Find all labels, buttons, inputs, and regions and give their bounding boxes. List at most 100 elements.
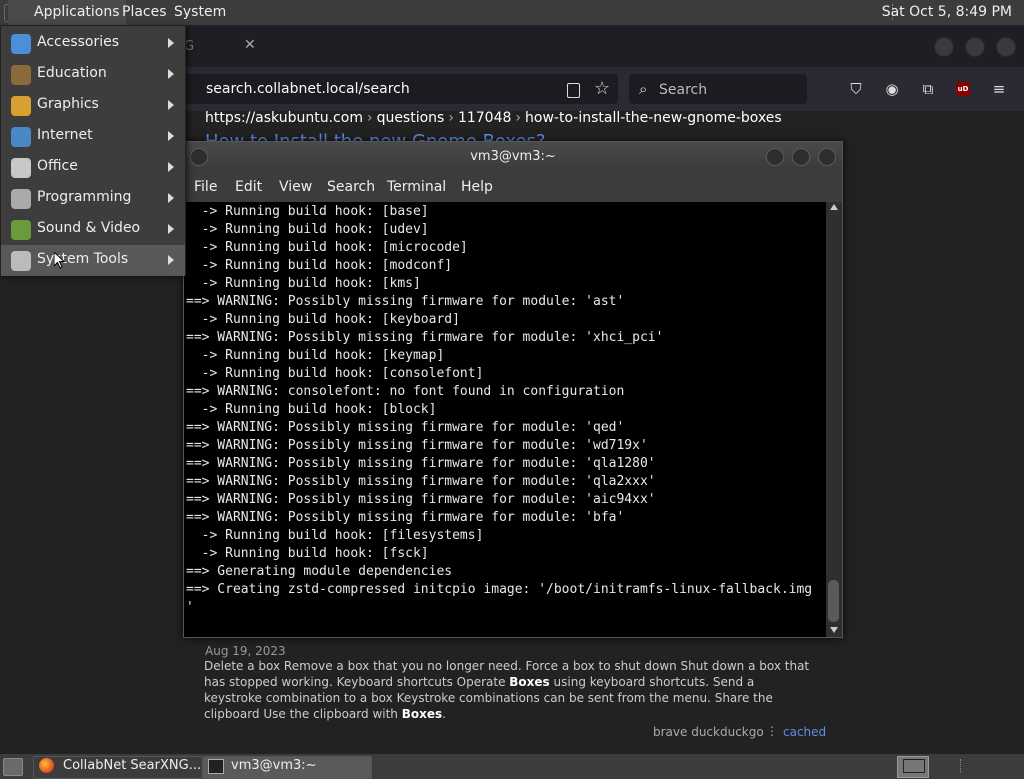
terminal-line: -> Running build hook: [block] — [186, 402, 437, 417]
breadcrumb-part: questions — [376, 110, 445, 126]
terminal-window: vm3@vm3:~ File Edit View Search Terminal… — [183, 141, 843, 638]
bookmark-star-icon[interactable]: ☆ — [594, 78, 610, 99]
submenu-arrow-icon — [168, 193, 174, 203]
terminal-menu-file[interactable]: File — [194, 179, 217, 195]
top-panel: Applications Places System Sat Oct 5, 8:… — [0, 0, 1024, 26]
menu-item-label: Accessories — [37, 34, 120, 50]
menu-item-internet[interactable]: Internet — [1, 121, 185, 152]
terminal-menu-search[interactable]: Search — [327, 179, 375, 195]
terminal-menu-edit[interactable]: Edit — [235, 179, 262, 195]
menu-item-label: Graphics — [37, 96, 99, 112]
workspace-preview — [903, 759, 925, 773]
submenu-arrow-icon — [168, 255, 174, 265]
terminal-line: ==> WARNING: Possibly missing firmware f… — [186, 420, 625, 435]
system-menu[interactable]: System — [168, 0, 232, 25]
internet-icon — [11, 127, 31, 147]
terminal-menu-terminal[interactable]: Terminal — [387, 179, 446, 195]
terminal-line: ==> WARNING: Possibly missing firmware f… — [186, 456, 656, 471]
search-box[interactable] — [629, 74, 807, 104]
terminal-line: -> Running build hook: [fsck] — [186, 546, 429, 561]
firefox-icon — [39, 758, 54, 773]
terminal-line: ==> WARNING: Possibly missing firmware f… — [186, 294, 625, 309]
hamburger-menu-icon[interactable]: ≡ — [991, 81, 1007, 97]
terminal-titlebar[interactable]: vm3@vm3:~ — [184, 142, 842, 172]
terminal-close-button[interactable] — [818, 148, 836, 166]
panel-separator — [960, 759, 961, 773]
terminal-menu-view[interactable]: View — [279, 179, 312, 195]
terminal-line: -> Running build hook: [consolefont] — [186, 366, 484, 381]
submenu-arrow-icon — [168, 100, 174, 110]
menu-item-label: System Tools — [37, 251, 129, 267]
menu-item-programming[interactable]: Programming — [1, 183, 185, 214]
menu-item-label: Office — [37, 158, 78, 174]
tab-close-icon[interactable]: ✕ — [244, 37, 256, 53]
ublock-icon[interactable]: uD — [956, 82, 970, 96]
system-tools-icon — [11, 251, 31, 271]
taskbar-terminal-label: vm3@vm3:~ — [231, 758, 317, 773]
menu-item-graphics[interactable]: Graphics — [1, 90, 185, 121]
terminal-line: ==> WARNING: consolefont: no font found … — [186, 384, 625, 399]
terminal-title: vm3@vm3:~ — [470, 149, 556, 164]
menu-item-office[interactable]: Office — [1, 152, 185, 183]
terminal-line: -> Running build hook: [filesystems] — [186, 528, 484, 543]
scroll-down-arrow-icon[interactable] — [830, 627, 838, 633]
breadcrumb-domain: https://askubuntu.com — [205, 110, 363, 126]
submenu-arrow-icon — [168, 38, 174, 48]
terminal-line: ==> WARNING: Possibly missing firmware f… — [186, 474, 656, 489]
search-icon: ⌕ — [639, 80, 648, 98]
submenu-arrow-icon — [168, 224, 174, 234]
applications-menu[interactable]: Applications — [8, 0, 126, 25]
applications-dropdown: Accessories Education Graphics Internet Offi… — [0, 25, 186, 276]
cached-link[interactable]: cached — [783, 725, 826, 739]
places-menu[interactable]: Places — [116, 0, 173, 25]
graphics-icon — [11, 96, 31, 116]
terminal-icon — [208, 759, 224, 774]
terminal-line: ==> Generating module dependencies — [186, 564, 453, 579]
terminal-scrollbar[interactable] — [826, 202, 842, 637]
scrollbar-thumb[interactable] — [828, 580, 839, 622]
menu-item-label: Sound & Video — [37, 220, 141, 236]
accessories-icon — [11, 34, 31, 54]
terminal-line: -> Running build hook: [modconf] — [186, 258, 453, 273]
url-text[interactable]: search.collabnet.local/search — [206, 80, 410, 98]
result-snippet: Delete a box Remove a box that you no lo… — [204, 659, 810, 721]
result-breadcrumb[interactable]: https://askubuntu.com › questions › 117048 › h… — [205, 110, 782, 126]
terminal-minimize-button[interactable] — [766, 148, 784, 166]
terminal-line: ==> WARNING: Possibly missing firmware f… — [186, 438, 648, 453]
menu-item-system-tools[interactable]: System Tools — [1, 245, 185, 276]
scroll-up-arrow-icon[interactable] — [830, 204, 838, 210]
show-desktop-button[interactable] — [3, 758, 23, 776]
terminal-line: -> Running build hook: [kms] — [186, 276, 421, 291]
browser-close-button[interactable] — [996, 37, 1016, 57]
terminal-line: -> Running build hook: [base] — [186, 204, 429, 219]
education-icon — [11, 65, 31, 85]
result-date: Aug 19, 2023 — [205, 644, 286, 658]
submenu-arrow-icon — [168, 69, 174, 79]
pocket-icon[interactable]: ⛉ — [848, 81, 864, 97]
menu-item-label: Internet — [37, 127, 93, 143]
terminal-line: ==> WARNING: Possibly missing firmware f… — [186, 510, 625, 525]
extensions-icon[interactable]: ⧉ — [920, 81, 936, 97]
browser-minimize-button[interactable] — [934, 37, 954, 57]
terminal-maximize-button[interactable] — [792, 148, 810, 166]
menu-item-education[interactable]: Education — [1, 59, 185, 90]
clock[interactable]: Sat Oct 5, 8:49 PM — [882, 0, 1012, 25]
search-placeholder[interactable]: Search — [659, 82, 707, 98]
taskbar-browser-label: CollabNet SearXNG... — [63, 758, 202, 773]
result-engines: brave duckduckgo — [653, 725, 764, 739]
programming-icon — [11, 189, 31, 209]
engines-more-icon: ⋮ — [766, 724, 778, 738]
menu-item-accessories[interactable]: Accessories — [1, 28, 185, 59]
menu-item-sound-video[interactable]: Sound & Video — [1, 214, 185, 245]
terminal-menu-help[interactable]: Help — [461, 179, 493, 195]
menu-item-label: Education — [37, 65, 107, 81]
terminal-line: -> Running build hook: [keyboard] — [186, 312, 460, 327]
terminal-line: -> Running build hook: [microcode] — [186, 240, 468, 255]
breadcrumb-part: how-to-install-the-new-gnome-boxes — [525, 110, 782, 126]
browser-maximize-button[interactable] — [965, 37, 985, 57]
reader-view-icon[interactable] — [567, 83, 580, 98]
account-icon[interactable]: ◉ — [884, 81, 900, 97]
terminal-line: -> Running build hook: [keymap] — [186, 348, 445, 363]
terminal-output[interactable]: -> Running build hook: [base] -> Running… — [184, 202, 826, 637]
terminal-line: ==> Creating zstd-compressed initcpio im… — [186, 582, 813, 597]
